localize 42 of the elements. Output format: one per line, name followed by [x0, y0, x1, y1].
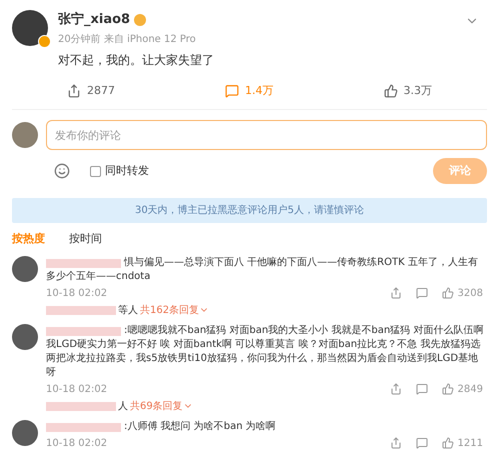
- repost-checkbox[interactable]: [90, 166, 101, 176]
- reply-count-link[interactable]: 共69条回复: [130, 398, 193, 414]
- comment-time: 10-18 02:02: [46, 286, 108, 300]
- thumbs-up-icon[interactable]: [442, 287, 454, 299]
- like-count: 3208: [458, 286, 483, 300]
- notice-banner: 30天内，博主已拉黑恶意评论用户5人，请谨慎评论: [12, 198, 487, 223]
- comment-icon[interactable]: [416, 287, 428, 299]
- reply-users: 等人: [118, 304, 138, 318]
- reply-users: 人: [118, 400, 128, 414]
- comment-icon: [225, 84, 239, 98]
- comment-button[interactable]: 1.4万: [225, 82, 274, 99]
- share-icon[interactable]: [390, 383, 402, 395]
- comment-time: 10-18 02:02: [46, 436, 108, 450]
- blurred-username: [46, 402, 116, 410]
- submit-button[interactable]: 评论: [433, 158, 487, 184]
- avatar-placeholder: [12, 420, 38, 446]
- repost-label: 同时转发: [105, 162, 149, 179]
- sort-tab[interactable]: 按热度: [12, 231, 45, 248]
- like-count: 1211: [458, 436, 483, 450]
- like-count: 2849: [458, 382, 483, 396]
- reply-count-link[interactable]: 共162条回复: [140, 302, 210, 318]
- sort-tab[interactable]: 按时间: [69, 231, 102, 248]
- thumbs-up-icon[interactable]: [442, 437, 454, 449]
- avatar-placeholder: [12, 324, 38, 350]
- repost-button[interactable]: 2877: [67, 82, 115, 99]
- avatar-placeholder: [12, 122, 38, 148]
- comment-icon[interactable]: [416, 383, 428, 395]
- thumbs-up-icon[interactable]: [442, 383, 454, 395]
- post-meta: 20分钟前 来自 iPhone 12 Pro: [58, 32, 197, 46]
- share-icon[interactable]: [390, 437, 402, 449]
- comment-input[interactable]: 发布你的评论: [46, 120, 487, 150]
- avatar-placeholder: [12, 256, 38, 282]
- author-name[interactable]: 张宁_xiao8: [58, 10, 130, 30]
- like-button[interactable]: 3.3万: [384, 82, 432, 99]
- share-icon[interactable]: [390, 287, 402, 299]
- comment-icon[interactable]: [416, 437, 428, 449]
- blurred-username: [46, 306, 116, 314]
- comment-time: 10-18 02:02: [46, 382, 108, 396]
- post-text: 对不起，我的。让大家失望了: [58, 52, 215, 68]
- share-icon: [67, 84, 81, 98]
- verified-badge-icon: [38, 35, 51, 48]
- thumbs-up-icon: [384, 84, 398, 98]
